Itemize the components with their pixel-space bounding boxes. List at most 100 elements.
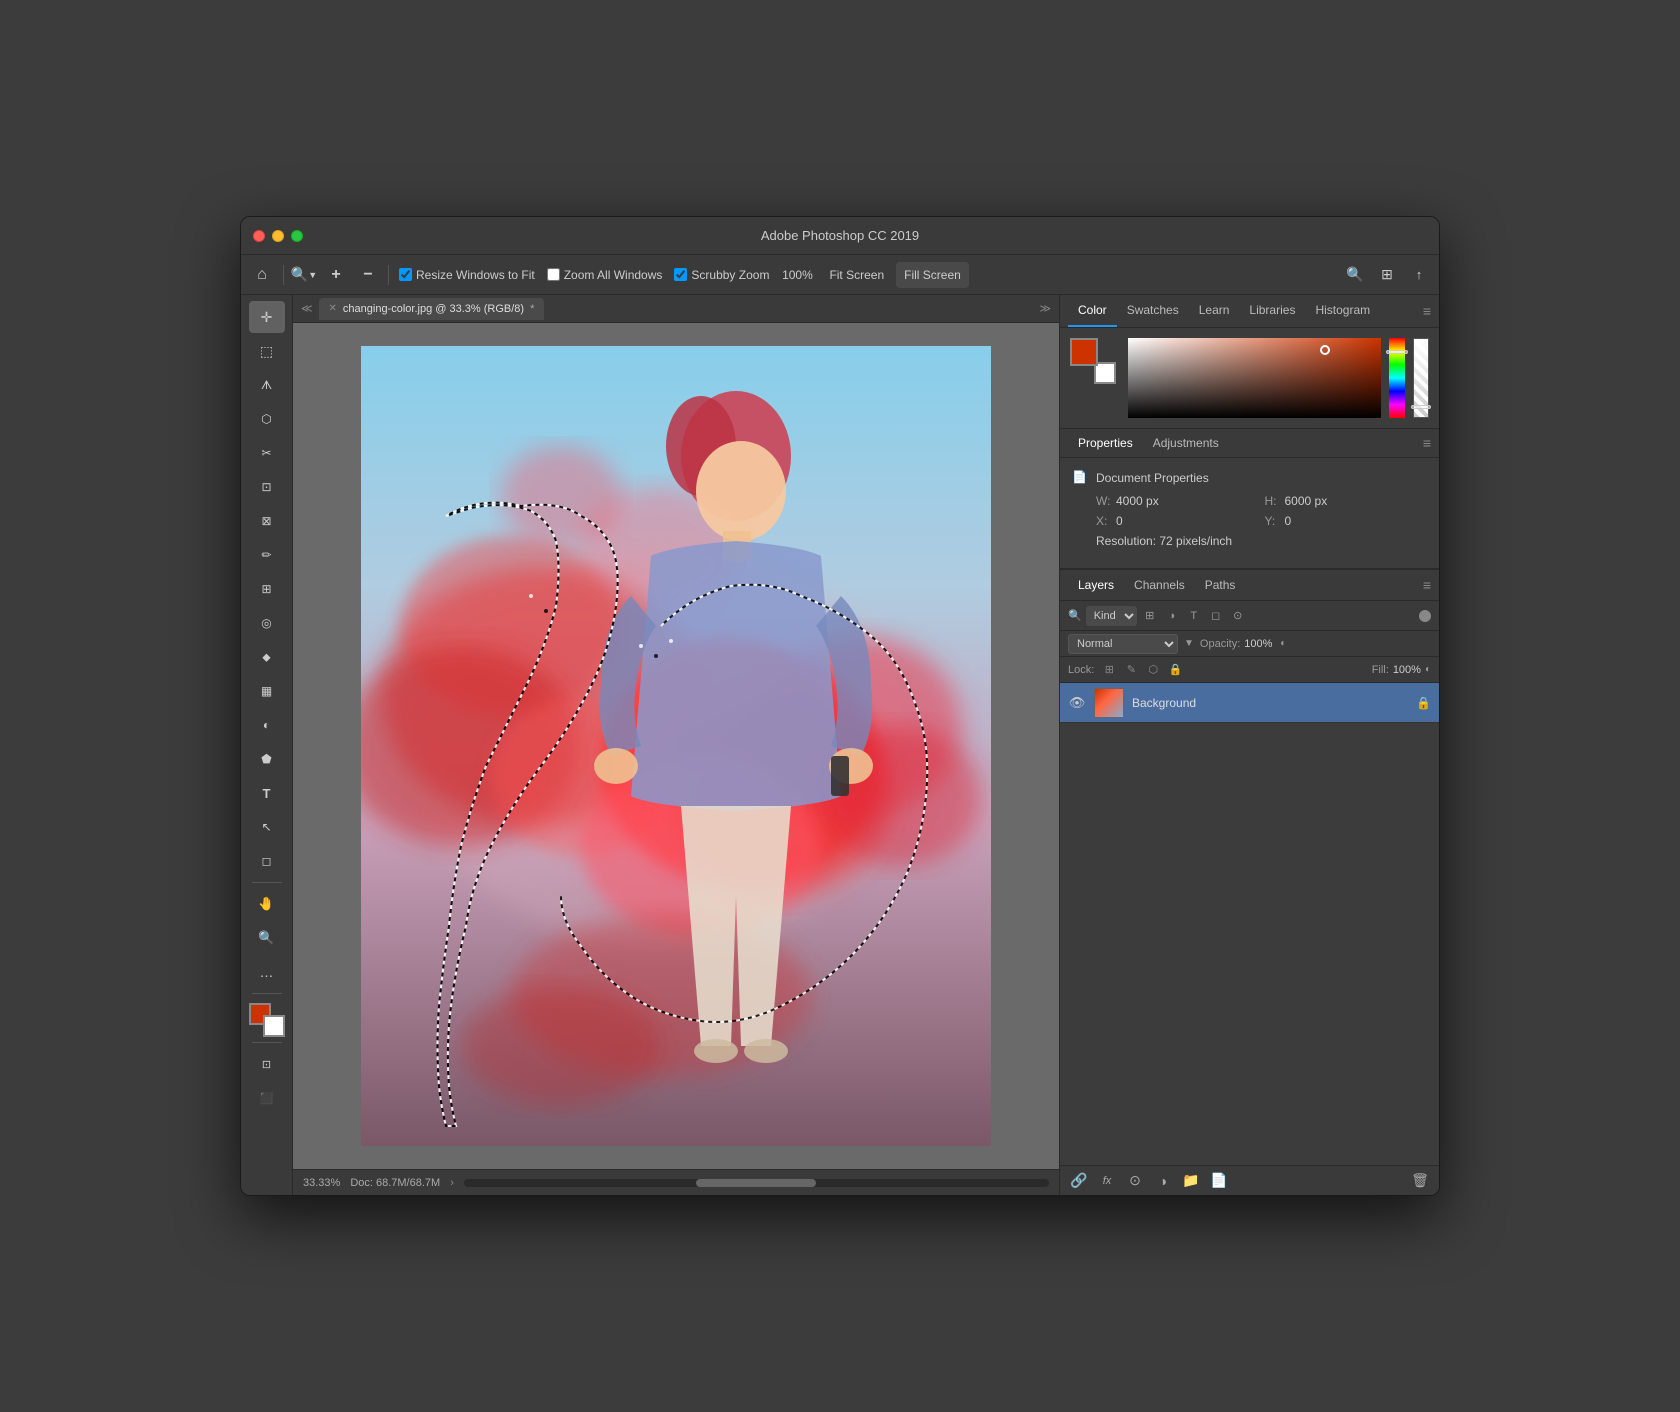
zoom-out-button[interactable]: − xyxy=(354,261,382,289)
adjustment-button[interactable]: ◑ xyxy=(1152,1170,1174,1192)
smart-filter[interactable]: ⊙ xyxy=(1229,607,1247,625)
background-color[interactable] xyxy=(263,1015,285,1037)
share-button[interactable]: ↑ xyxy=(1405,261,1433,289)
stamp-tool-button[interactable]: ⊞ xyxy=(249,573,285,605)
search-icon-layers: 🔍 xyxy=(1068,609,1082,622)
horizontal-scrollbar[interactable] xyxy=(464,1179,1049,1187)
eraser-button[interactable]: ⬥ xyxy=(249,641,285,673)
link-layers-button[interactable]: 🔗 xyxy=(1068,1170,1090,1192)
lock-position[interactable]: ✎ xyxy=(1122,661,1140,679)
quick-mask-button[interactable]: ⊡ xyxy=(249,1048,285,1080)
channels-tab[interactable]: Channels xyxy=(1124,570,1195,600)
text-filter[interactable]: T xyxy=(1185,607,1203,625)
eyedropper-button[interactable]: ⊡ xyxy=(249,471,285,503)
move-tool-button[interactable]: ✛ xyxy=(249,301,285,333)
color-panel-menu[interactable]: ≡ xyxy=(1423,303,1431,319)
home-button[interactable]: ⌂ xyxy=(247,260,277,290)
view-button[interactable]: ⊞ xyxy=(1373,261,1401,289)
scrubby-zoom-checkbox[interactable]: Scrubby Zoom xyxy=(670,268,773,282)
color-spectrum xyxy=(1128,338,1381,418)
tab-close[interactable]: ✕ xyxy=(329,303,337,314)
color-picker-area xyxy=(249,1003,285,1037)
gradient-button[interactable]: ▦ xyxy=(249,675,285,707)
shape-tool-button[interactable]: ◻ xyxy=(249,845,285,877)
swatches-tab[interactable]: Swatches xyxy=(1117,295,1189,327)
pixel-filter[interactable]: ⊞ xyxy=(1141,607,1159,625)
layers-filter-bar: 🔍 Kind ⊞ ◑ T ◻ ⊙ xyxy=(1060,601,1439,631)
history-brush-button[interactable]: ◎ xyxy=(249,607,285,639)
folder-icon: 📁 xyxy=(1182,1172,1199,1189)
close-button[interactable] xyxy=(253,230,265,242)
magic-wand-button[interactable]: ⬡ xyxy=(249,403,285,435)
hue-slider[interactable] xyxy=(1389,338,1405,418)
resize-windows-checkbox[interactable]: Resize Windows to Fit xyxy=(395,268,539,282)
libraries-tab[interactable]: Libraries xyxy=(1239,295,1305,327)
zoom-all-input[interactable] xyxy=(547,268,560,281)
document-tab[interactable]: ✕ changing-color.jpg @ 33.3% (RGB/8) * xyxy=(319,298,545,320)
filter-toggle[interactable] xyxy=(1419,610,1431,622)
blend-mode-select[interactable]: Normal xyxy=(1068,634,1178,654)
opacity-row: Opacity: 100% ◐ xyxy=(1200,638,1286,650)
text-tool-button[interactable]: T xyxy=(249,777,285,809)
x-label: X: xyxy=(1096,514,1112,528)
delete-layer-button[interactable]: 🗑 xyxy=(1409,1170,1431,1192)
close-panel-left[interactable]: ≪ xyxy=(301,302,313,315)
adjustment-filter[interactable]: ◑ xyxy=(1163,607,1181,625)
alpha-slider-thumb xyxy=(1411,405,1431,409)
layer-visibility-toggle[interactable]: 👁 xyxy=(1068,694,1086,712)
zoom-dropdown-button[interactable]: 🔍 ▼ xyxy=(290,261,318,289)
alpha-slider[interactable] xyxy=(1413,338,1429,418)
layers-tab[interactable]: Layers xyxy=(1068,570,1124,600)
adjustments-tab[interactable]: Adjustments xyxy=(1143,429,1229,457)
screen-mode-button[interactable]: ⬛ xyxy=(249,1082,285,1114)
close-panel-right[interactable]: ≫ xyxy=(1039,302,1051,315)
main-toolbar: ⌂ 🔍 ▼ + − Resize Windows to Fit Zoom All… xyxy=(241,255,1439,295)
new-layer-button[interactable]: 📄 xyxy=(1208,1170,1230,1192)
add-mask-button[interactable]: ⊙ xyxy=(1124,1170,1146,1192)
background-layer[interactable]: 👁 Background 🔒 xyxy=(1060,683,1439,723)
brush-tool-button[interactable]: ✏ xyxy=(249,539,285,571)
resize-windows-input[interactable] xyxy=(399,268,412,281)
histogram-tab[interactable]: Histogram xyxy=(1305,295,1380,327)
path-selection-button[interactable]: ↖ xyxy=(249,811,285,843)
foreground-swatch[interactable] xyxy=(1070,338,1098,366)
canvas-viewport[interactable] xyxy=(293,323,1059,1169)
pen-tool-button[interactable]: ⬟ xyxy=(249,743,285,775)
color-gradient[interactable] xyxy=(1128,338,1381,418)
zoom-all-checkbox[interactable]: Zoom All Windows xyxy=(543,268,667,282)
opacity-dropdown[interactable]: ◐ xyxy=(1280,638,1286,649)
crop-tool-button[interactable]: ✂ xyxy=(249,437,285,469)
group-layers-button[interactable]: 📁 xyxy=(1180,1170,1202,1192)
scrubby-zoom-input[interactable] xyxy=(674,268,687,281)
learn-tab[interactable]: Learn xyxy=(1189,295,1240,327)
more-tools-button[interactable]: … xyxy=(249,956,285,988)
layer-fx-button[interactable]: fx xyxy=(1096,1170,1118,1192)
eraser-icon: ⬥ xyxy=(262,650,270,665)
lock-artboards[interactable]: ⬡ xyxy=(1144,661,1162,679)
fill-screen-button[interactable]: Fill Screen xyxy=(896,262,969,288)
x-value: 0 xyxy=(1116,514,1123,528)
color-tab[interactable]: Color xyxy=(1068,295,1117,327)
properties-tab[interactable]: Properties xyxy=(1068,429,1143,457)
lasso-tool-button[interactable]: ᗑ xyxy=(249,369,285,401)
maximize-button[interactable] xyxy=(291,230,303,242)
search-button[interactable]: 🔍 xyxy=(1341,261,1369,289)
marquee-tool-button[interactable]: ⬚ xyxy=(249,335,285,367)
dodge-button[interactable]: ◐ xyxy=(249,709,285,741)
fit-screen-button[interactable]: Fit Screen xyxy=(821,262,892,288)
status-arrow[interactable]: › xyxy=(450,1177,454,1189)
layer-kind-select[interactable]: Kind xyxy=(1086,606,1137,626)
paths-tab[interactable]: Paths xyxy=(1195,570,1246,600)
lock-all[interactable]: 🔒 xyxy=(1166,661,1184,679)
zoom-tool-button[interactable]: 🔍 xyxy=(249,922,285,954)
properties-menu[interactable]: ≡ xyxy=(1423,435,1431,451)
scrollbar-thumb[interactable] xyxy=(696,1179,816,1187)
minimize-button[interactable] xyxy=(272,230,284,242)
healing-brush-button[interactable]: ⊠ xyxy=(249,505,285,537)
zoom-in-button[interactable]: + xyxy=(322,261,350,289)
layers-menu[interactable]: ≡ xyxy=(1423,577,1431,593)
hand-tool-button[interactable]: 🤚 xyxy=(249,888,285,920)
lock-pixels[interactable]: ⊞ xyxy=(1100,661,1118,679)
shape-filter[interactable]: ◻ xyxy=(1207,607,1225,625)
fill-dropdown[interactable]: ◐ xyxy=(1425,664,1431,675)
